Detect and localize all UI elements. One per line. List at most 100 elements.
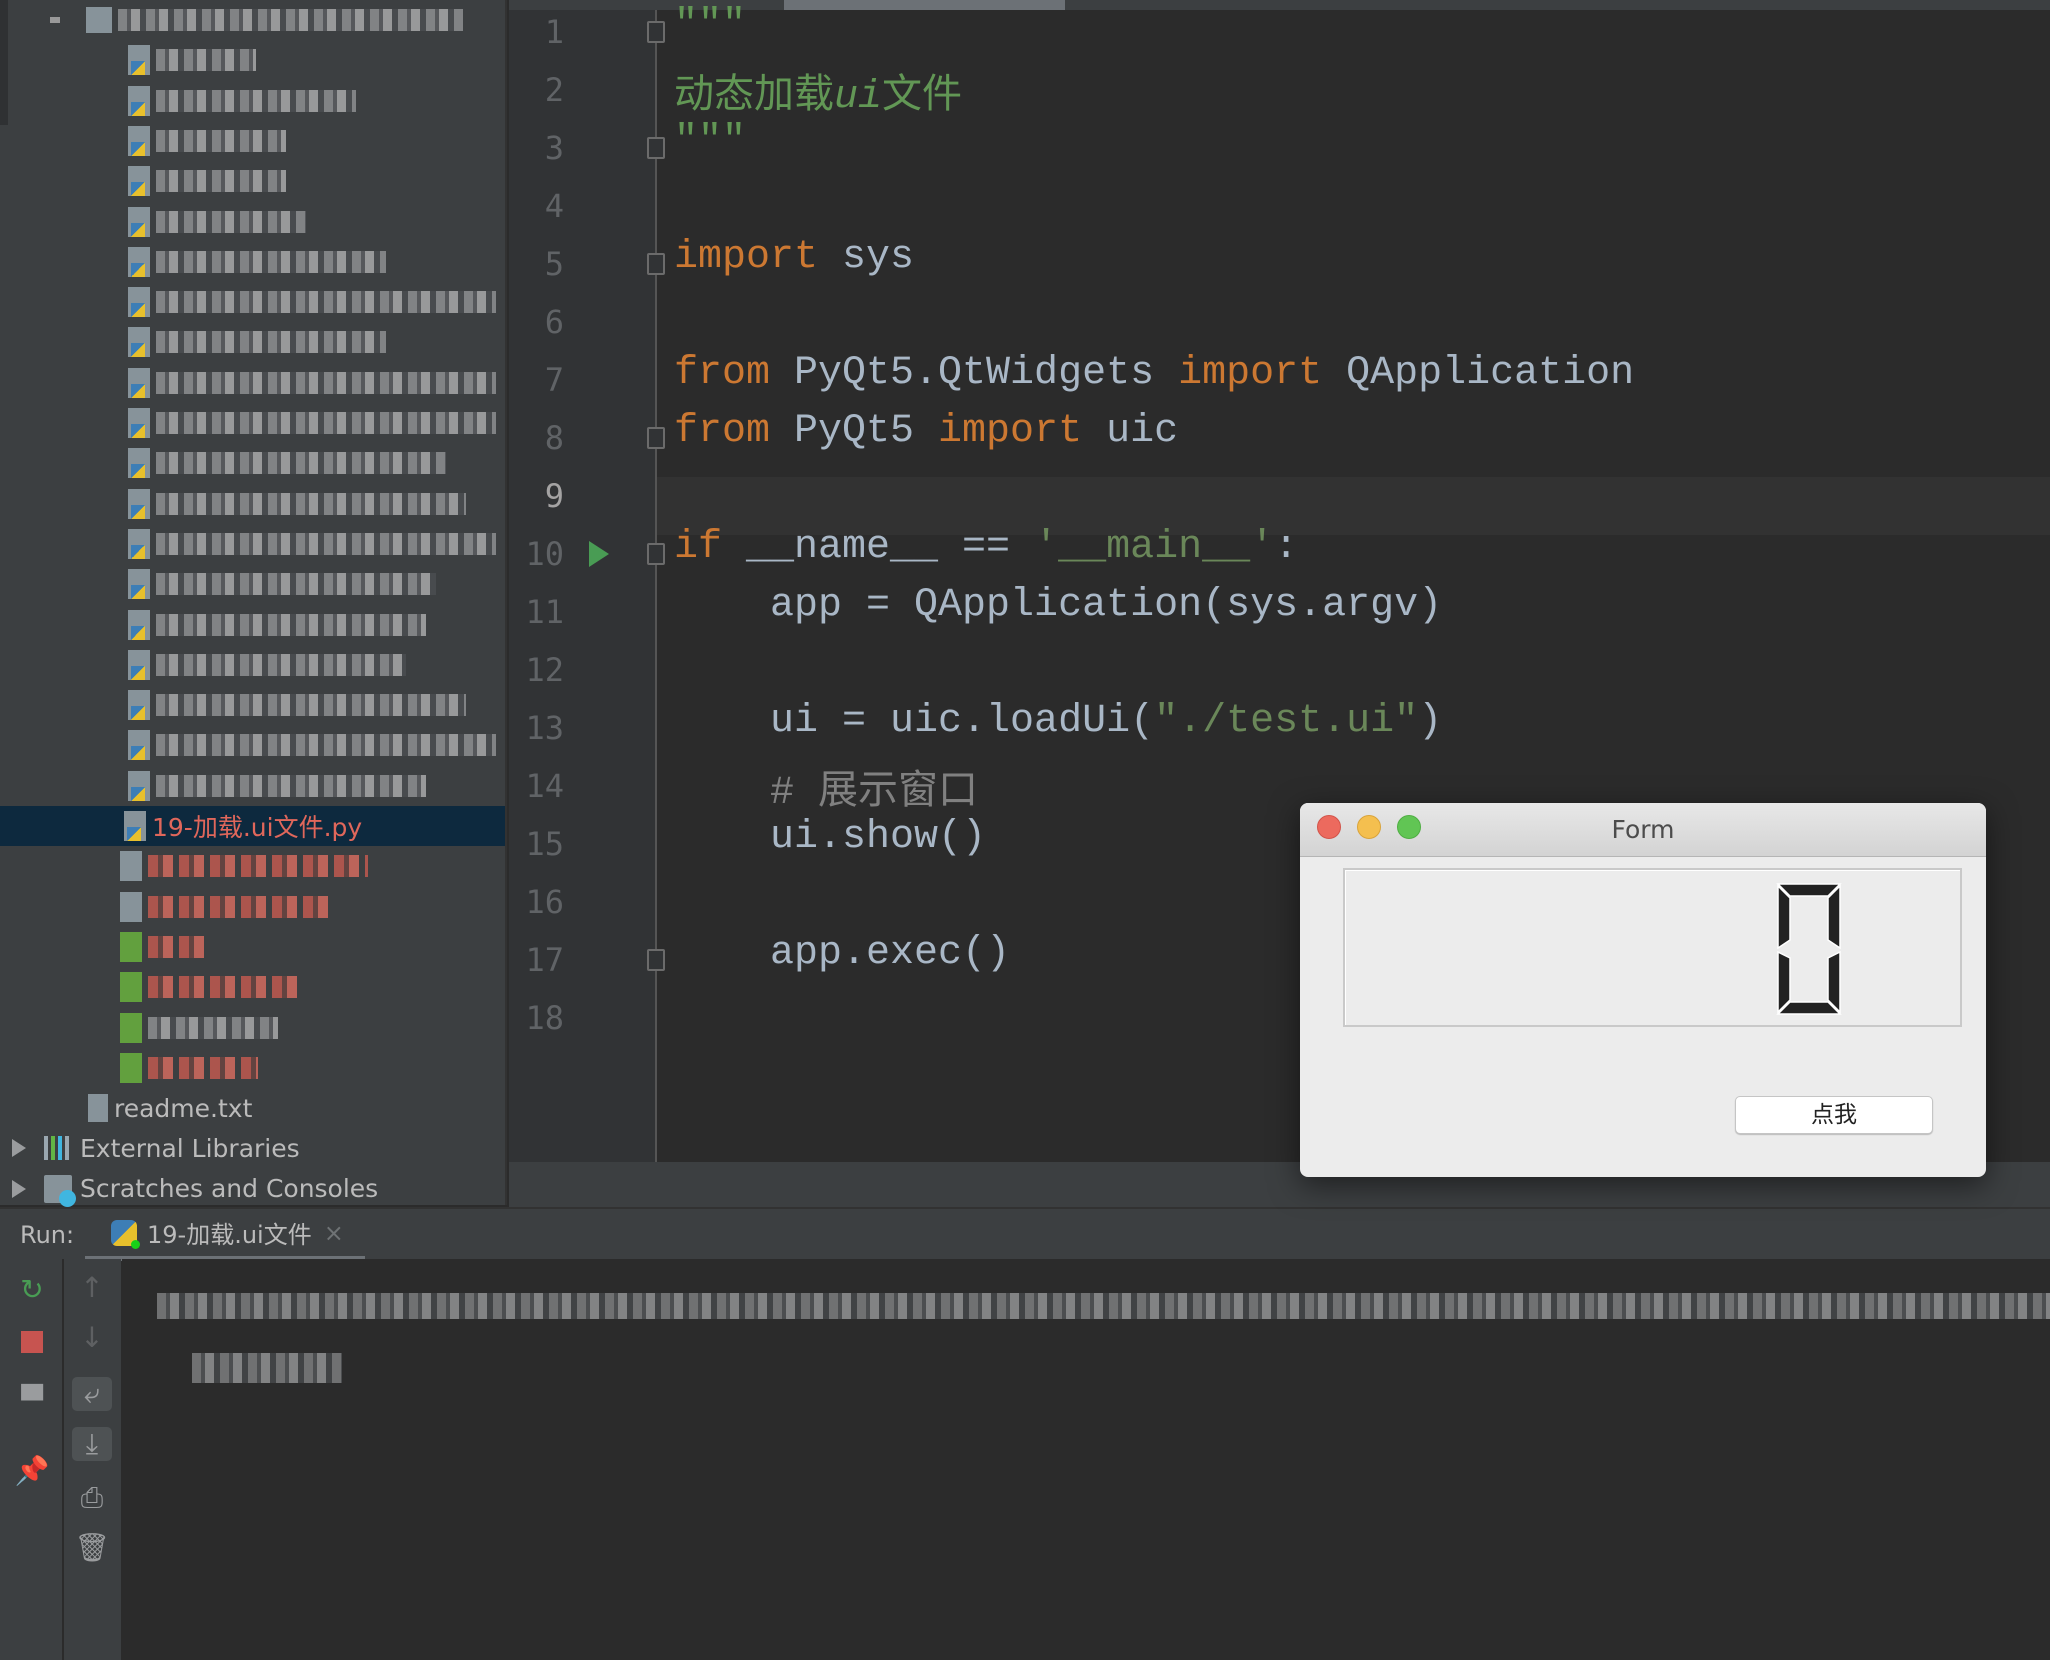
tree-file-redacted[interactable]	[0, 202, 505, 242]
code-line[interactable]: # 展示窗口	[674, 757, 979, 816]
print-icon[interactable]: ⎙	[72, 1481, 112, 1515]
code-line[interactable]: ui.show()	[674, 815, 986, 873]
code-token: ui.show()	[674, 815, 987, 860]
minimize-button[interactable]	[1357, 815, 1381, 839]
tree-file-redacted[interactable]	[0, 161, 505, 201]
code-token: """	[674, 3, 747, 48]
expand-arrow-icon[interactable]	[12, 1139, 26, 1158]
python-file-icon	[128, 287, 150, 318]
code-line[interactable]: 动态加载ui文件	[674, 61, 963, 120]
tree-file-redacted[interactable]	[0, 443, 505, 483]
redacted-text	[156, 210, 306, 233]
code-token: :	[1274, 525, 1299, 570]
active-tab-indicator[interactable]	[784, 0, 1065, 10]
code-line[interactable]: from PyQt5.QtWidgets import QApplication	[674, 351, 1634, 409]
close-tab-icon[interactable]: ×	[324, 1219, 344, 1247]
tree-file-redacted[interactable]	[0, 564, 505, 604]
run-tab-label: 19-加载.ui文件	[147, 1221, 312, 1249]
project-tree: 19-加载.ui文件.py readme.txt External Librarie…	[0, 0, 507, 1207]
code-line[interactable]: import sys	[674, 235, 914, 293]
tree-file-redacted[interactable]	[0, 605, 505, 645]
code-line[interactable]: from PyQt5 import uic	[674, 409, 1178, 467]
fold-marker-icon[interactable]	[647, 21, 665, 43]
code-line[interactable]: if __name__ == '__main__':	[674, 525, 1298, 583]
fold-marker-icon[interactable]	[647, 949, 665, 971]
python-file-icon	[128, 609, 150, 640]
tree-file-redacted[interactable]	[0, 685, 505, 725]
lcd-number: 0	[1343, 868, 1962, 1027]
rerun-icon[interactable]: ↻	[12, 1273, 52, 1306]
tree-file-redacted[interactable]	[0, 81, 505, 121]
code-line[interactable]: ui = uic.loadUi("./test.ui")	[674, 699, 1442, 757]
tree-file-redacted[interactable]	[0, 322, 505, 362]
fold-marker-icon[interactable]	[647, 543, 665, 565]
code-line[interactable]: app.exec()	[674, 931, 1010, 989]
tree-file-redacted[interactable]	[0, 484, 505, 524]
expand-icon[interactable]	[50, 17, 60, 23]
tree-item-redacted[interactable]	[0, 967, 505, 1007]
run-label: Run:	[20, 1221, 75, 1249]
tree-scratches[interactable]: Scratches and Consoles	[0, 1169, 505, 1209]
close-button[interactable]	[1317, 815, 1341, 839]
code-token: app.exec()	[674, 931, 1011, 976]
tree-file-redacted[interactable]	[0, 363, 505, 403]
tree-file-redacted[interactable]	[0, 645, 505, 685]
module-icon	[120, 972, 142, 1003]
tree-file-redacted[interactable]	[0, 766, 505, 806]
code-line[interactable]: app = QApplication(sys.argv)	[674, 583, 1442, 641]
expand-arrow-icon[interactable]	[12, 1179, 26, 1198]
soft-wrap-icon[interactable]: ⤶	[72, 1377, 112, 1411]
tree-file-redacted[interactable]	[0, 40, 505, 80]
stop-icon[interactable]	[12, 1327, 52, 1357]
python-file-icon	[128, 528, 150, 559]
layout-icon[interactable]: ▀	[12, 1384, 52, 1417]
tree-item-redacted[interactable]	[0, 1008, 505, 1048]
tree-file-redacted[interactable]	[0, 524, 505, 564]
code-token: import	[674, 235, 819, 280]
fold-marker-icon[interactable]	[647, 137, 665, 159]
tree-item-redacted[interactable]	[0, 1048, 505, 1088]
run-gutter-icon[interactable]	[589, 541, 609, 567]
tree-file-redacted[interactable]	[0, 403, 505, 443]
fold-marker-icon[interactable]	[647, 427, 665, 449]
text-file-icon	[88, 1094, 108, 1123]
code-token: 文件	[882, 75, 963, 120]
code-token: # 展示窗口	[674, 771, 979, 816]
tree-folder-redacted[interactable]	[0, 0, 505, 40]
code-token: PyQt5.QtWidgets	[770, 351, 1179, 396]
click-me-button[interactable]: 点我	[1735, 1096, 1933, 1134]
tree-item-redacted[interactable]	[0, 846, 505, 886]
redacted-text	[148, 1056, 258, 1079]
redacted-text	[156, 412, 496, 434]
form-window: Form 0 点我	[1300, 803, 1986, 1177]
library-icon	[44, 1136, 72, 1161]
run-tab[interactable]: 19-加载.ui文件 ×	[85, 1209, 365, 1261]
tree-item-redacted[interactable]	[0, 887, 505, 927]
tree-file-readme[interactable]: readme.txt	[0, 1088, 505, 1128]
fold-marker-icon[interactable]	[647, 253, 665, 275]
trash-icon[interactable]: 🗑	[72, 1531, 112, 1564]
line-number: 14	[525, 767, 564, 805]
scroll-to-end-icon[interactable]: ⤓	[72, 1427, 112, 1461]
tree-file-redacted[interactable]	[0, 725, 505, 765]
down-arrow-icon[interactable]: ↓	[72, 1321, 112, 1354]
maximize-button[interactable]	[1397, 815, 1421, 839]
redacted-text	[156, 452, 446, 475]
tree-external-libraries[interactable]: External Libraries	[0, 1128, 505, 1168]
tree-file-redacted[interactable]	[0, 242, 505, 282]
tree-file-redacted[interactable]	[0, 121, 505, 161]
tree-label: Scratches and Consoles	[80, 1174, 379, 1204]
tree-item-redacted[interactable]	[0, 927, 505, 967]
python-file-icon	[128, 770, 150, 801]
code-line[interactable]: """	[674, 3, 746, 61]
up-arrow-icon[interactable]: ↑	[72, 1271, 112, 1304]
tree-file-redacted[interactable]	[0, 282, 505, 322]
redacted-text	[148, 935, 208, 958]
line-number: 2	[544, 71, 564, 109]
pin-icon[interactable]: 📌	[12, 1454, 52, 1487]
console-output[interactable]	[122, 1259, 2050, 1660]
line-number: 17	[525, 941, 564, 979]
tree-file-selected[interactable]: 19-加载.ui文件.py	[0, 806, 505, 846]
code-line[interactable]: """	[674, 119, 746, 177]
tree-file-label: readme.txt	[114, 1093, 253, 1123]
